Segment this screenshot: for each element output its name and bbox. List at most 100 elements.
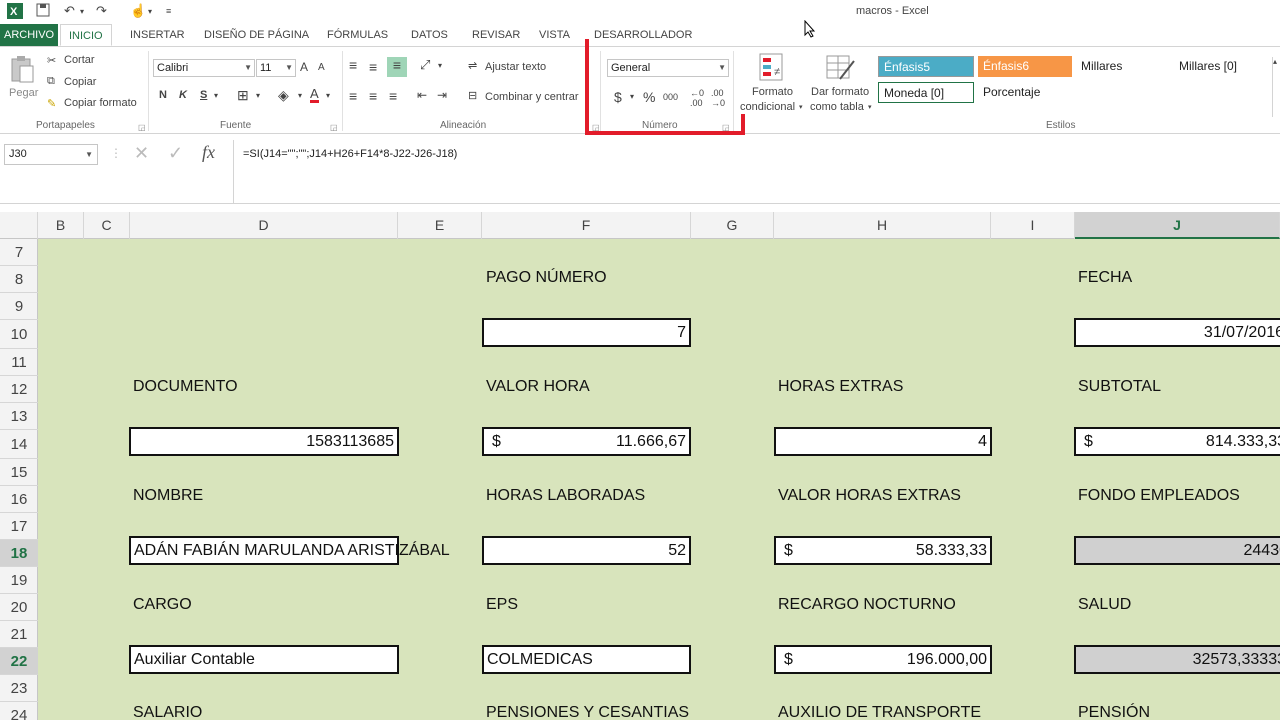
percent-button[interactable]: % <box>643 89 655 105</box>
row-header[interactable]: 21 <box>0 621 38 648</box>
currency-button[interactable]: $ <box>614 89 622 105</box>
cut-button[interactable]: Cortar <box>64 54 95 66</box>
copy-button[interactable]: Copiar <box>64 76 96 88</box>
save-icon[interactable] <box>36 3 50 20</box>
insert-function-button[interactable]: fx <box>202 142 215 163</box>
align-top-icon[interactable]: ≡ <box>349 57 357 73</box>
row-header[interactable]: 10 <box>0 320 38 349</box>
align-center-icon[interactable]: ≡ <box>369 88 377 104</box>
style-millares[interactable]: Millares <box>1076 56 1172 77</box>
merge-center-button[interactable]: Combinar y centrar <box>485 91 579 103</box>
cell-subtotal[interactable]: $814.333,33 <box>1074 427 1280 456</box>
enter-icon[interactable]: ✓ <box>168 143 183 164</box>
font-color-button[interactable]: A <box>310 87 319 103</box>
italic-button[interactable]: K <box>179 89 187 101</box>
undo-dropdown-icon[interactable]: ▾ <box>80 7 84 16</box>
column-header-selected[interactable]: J <box>1075 212 1280 239</box>
row-header[interactable]: 16 <box>0 486 38 513</box>
row-header[interactable]: 24 <box>0 702 38 720</box>
tab-desarrollador[interactable]: DESARROLLADOR <box>594 24 692 46</box>
row-header[interactable]: 13 <box>0 403 38 430</box>
customize-toolbar-icon[interactable]: ≡ <box>166 6 171 16</box>
cell-recargo-nocturno[interactable]: $196.000,00 <box>774 645 992 674</box>
wrap-text-button[interactable]: Ajustar texto <box>485 61 546 73</box>
conditional-format-icon[interactable]: ≠ <box>759 53 787 88</box>
cell-salud[interactable]: 32573,33333 <box>1074 645 1280 674</box>
column-header[interactable]: H <box>774 212 991 239</box>
cell-horas-extras[interactable]: 4 <box>774 427 992 456</box>
font-name-combo[interactable]: Calibri ▼ <box>153 59 255 77</box>
format-as-table-label-2[interactable]: como tabla <box>810 101 864 113</box>
redo-icon[interactable]: ↷ <box>96 3 107 19</box>
worksheet[interactable]: PAGO NÚMERO FECHA 7 31/07/2016 DOCUMENTO… <box>38 239 1280 720</box>
paste-button[interactable]: Pegar <box>9 87 38 99</box>
row-header[interactable]: 17 <box>0 513 38 540</box>
style-enfasis6[interactable]: Énfasis6 <box>978 56 1072 77</box>
increase-decimal-icon[interactable]: ←0.00 <box>690 88 704 108</box>
format-as-table-dropdown-icon[interactable]: ▾ <box>868 103 872 111</box>
style-millares0[interactable]: Millares [0] <box>1174 56 1270 77</box>
format-painter-button[interactable]: Copiar formato <box>64 97 137 109</box>
fill-color-icon[interactable]: ◈ <box>278 87 289 104</box>
select-all-corner[interactable] <box>0 212 38 239</box>
cut-icon[interactable]: ✂ <box>47 54 56 67</box>
tab-vista[interactable]: VISTA <box>539 24 570 46</box>
row-header[interactable]: 20 <box>0 594 38 621</box>
cell-cargo[interactable]: Auxiliar Contable <box>129 645 399 674</box>
style-moneda0[interactable]: Moneda [0] <box>878 82 974 103</box>
column-header[interactable]: F <box>482 212 691 239</box>
currency-dropdown-icon[interactable]: ▾ <box>630 92 634 101</box>
bold-button[interactable]: N <box>159 89 167 101</box>
font-color-dropdown-icon[interactable]: ▾ <box>326 91 330 100</box>
tab-diseno-pagina[interactable]: DISEÑO DE PÁGINA <box>204 24 309 46</box>
undo-icon[interactable]: ↶ <box>64 3 75 19</box>
orientation-icon[interactable]: ⤢ <box>420 57 430 73</box>
tab-archivo[interactable]: ARCHIVO <box>0 24 59 46</box>
tab-insertar[interactable]: INSERTAR <box>130 24 185 46</box>
row-header[interactable]: 11 <box>0 349 38 376</box>
borders-dropdown-icon[interactable]: ▾ <box>256 91 260 100</box>
wrap-text-icon[interactable]: ⇌ <box>468 59 477 72</box>
cell-fondo-empleados[interactable]: 24430 <box>1074 536 1280 565</box>
cell-valor-hora[interactable]: $11.666,67 <box>482 427 691 456</box>
column-header[interactable]: C <box>84 212 130 239</box>
touch-mode-icon[interactable]: ☝ <box>130 3 146 19</box>
thousands-button[interactable]: 000 <box>663 92 678 102</box>
shrink-font-button[interactable]: A <box>318 62 325 73</box>
cell-valor-horas-extras[interactable]: $58.333,33 <box>774 536 992 565</box>
cell-pago-numero[interactable]: 7 <box>482 318 691 347</box>
tab-inicio[interactable]: INICIO <box>60 24 112 46</box>
name-box[interactable]: J30 ▼ <box>4 144 98 165</box>
clipboard-launcher-icon[interactable]: ◲ <box>138 123 146 132</box>
row-header[interactable]: 7 <box>0 239 38 266</box>
conditional-format-label-1[interactable]: Formato <box>752 86 793 98</box>
copy-icon[interactable]: ⧉ <box>47 75 55 88</box>
cell-eps[interactable]: COLMEDICAS <box>482 645 691 674</box>
row-header[interactable]: 8 <box>0 266 38 293</box>
increase-indent-icon[interactable]: ⇥ <box>437 88 447 102</box>
cell-documento[interactable]: 1583113685 <box>129 427 399 456</box>
underline-dropdown-icon[interactable]: ▾ <box>214 91 218 100</box>
align-bottom-icon[interactable]: ≡ <box>387 57 407 77</box>
row-header[interactable]: 19 <box>0 567 38 594</box>
row-header[interactable]: 23 <box>0 675 38 702</box>
decrease-decimal-icon[interactable]: .00 →0 <box>711 88 725 108</box>
cancel-icon[interactable]: ✕ <box>134 143 149 164</box>
borders-icon[interactable]: ⊞ <box>237 87 249 104</box>
style-enfasis5[interactable]: Énfasis5 <box>878 56 974 77</box>
formula-input[interactable]: =SI(J14="";"";J14+H26+F14*8-J22-J26-J18) <box>243 148 457 160</box>
column-header[interactable]: E <box>398 212 482 239</box>
format-as-table-label-1[interactable]: Dar formato <box>811 86 869 98</box>
conditional-format-label-2[interactable]: condicional <box>740 101 795 113</box>
touch-dropdown-icon[interactable]: ▾ <box>148 7 152 16</box>
format-as-table-icon[interactable] <box>826 53 856 88</box>
style-porcentaje[interactable]: Porcentaje <box>978 82 1072 103</box>
tab-formulas[interactable]: FÓRMULAS <box>327 24 388 46</box>
align-left-icon[interactable]: ≡ <box>349 88 357 104</box>
conditional-format-dropdown-icon[interactable]: ▾ <box>799 103 803 111</box>
cell-nombre[interactable]: ADÁN FABIÁN MARULANDA ARISTIZÁBAL <box>129 536 450 565</box>
paste-icon[interactable] <box>10 55 36 90</box>
cell-fecha[interactable]: 31/07/2016 <box>1074 318 1280 347</box>
column-header[interactable]: I <box>991 212 1075 239</box>
align-middle-icon[interactable]: ≡ <box>369 59 377 75</box>
